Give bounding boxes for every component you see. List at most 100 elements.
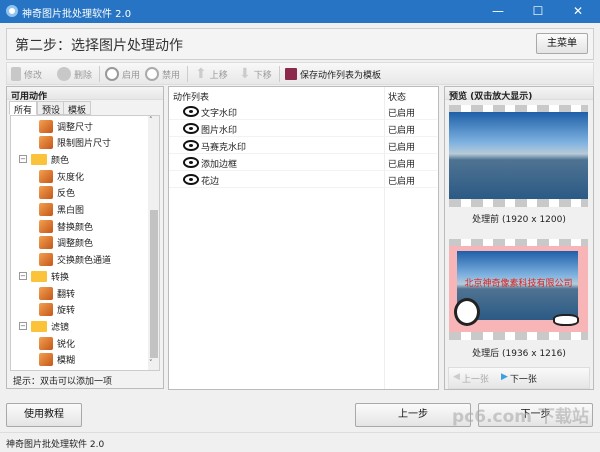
action-box-icon	[39, 136, 53, 150]
divider	[99, 66, 100, 82]
previous-image-button[interactable]: ◀ 上一张	[453, 372, 489, 385]
tree-item[interactable]: 锐化	[39, 335, 75, 351]
close-button[interactable]: ✕	[558, 0, 598, 23]
tree-item[interactable]: 替换颜色	[39, 218, 93, 234]
action-row[interactable]: 花边 已启用	[169, 171, 437, 188]
panda-image	[454, 298, 480, 326]
app-logo-icon	[6, 5, 18, 17]
action-status: 已启用	[388, 109, 416, 119]
tree-label: 颜色	[51, 155, 70, 166]
action-name: 文字水印	[201, 109, 238, 119]
arrow-up-icon: ⬆	[195, 66, 207, 82]
eye-icon[interactable]	[183, 106, 199, 117]
eye-icon[interactable]	[183, 123, 199, 134]
title-bar: 神奇图片批处理软件 2.0 — ☐ ✕	[0, 0, 600, 23]
scrollbar[interactable]: ˄ ˅	[148, 116, 159, 370]
tutorial-button[interactable]: 使用教程	[6, 403, 82, 427]
move-down-button[interactable]: ⬇ 下移	[239, 66, 272, 82]
tree-label: 黑白图	[57, 206, 85, 216]
disable-button[interactable]: 禁用	[145, 66, 180, 82]
tree-label: 锐化	[57, 339, 76, 350]
column-header-name: 动作列表	[173, 93, 210, 103]
watermark-text: 北京神奇像素科技有限公司	[464, 279, 573, 289]
scroll-up-icon[interactable]: ˄	[149, 116, 153, 124]
save-template-button[interactable]: 保存动作列表为模板	[285, 66, 381, 82]
action-box-icon	[39, 219, 53, 233]
delete-label: 删除	[74, 70, 93, 81]
tree-label: 模糊	[57, 356, 76, 367]
tree-label: 旋转	[57, 306, 76, 317]
scrollbar-thumb[interactable]	[150, 210, 158, 358]
tree-item[interactable]: 翻转	[39, 285, 75, 301]
action-row[interactable]: 文字水印 已启用	[169, 103, 437, 120]
pencil-icon	[11, 67, 21, 81]
tree-item[interactable]: 交换颜色通道	[39, 252, 111, 268]
tab-all[interactable]: 所有	[9, 101, 38, 116]
preview-title: 预览 (双击放大显示)	[445, 87, 593, 102]
tab-templates[interactable]: 模板	[63, 101, 92, 116]
action-box-icon	[39, 186, 53, 200]
tree-label: 翻转	[57, 289, 76, 300]
toolbar: 修改 删除 启用 禁用 ⬆ 上移 ⬇ 下移 保存动作列表为模板	[6, 62, 594, 85]
arrow-left-icon: ◀	[453, 372, 460, 382]
action-box-icon	[39, 353, 53, 367]
next-image-button[interactable]: ▶ 下一张	[501, 372, 537, 385]
tree-item[interactable]: 黑白图	[39, 202, 84, 218]
page-title: 第二步：选择图片处理动作	[15, 38, 183, 54]
minimize-button[interactable]: —	[478, 0, 518, 23]
enable-label: 启用	[122, 70, 141, 81]
tree-folder[interactable]: − 颜色	[19, 151, 69, 167]
eye-icon[interactable]	[183, 140, 199, 151]
collapse-icon[interactable]: −	[19, 155, 27, 164]
move-up-button[interactable]: ⬆ 上移	[195, 66, 228, 82]
column-header-status: 状态	[388, 93, 407, 103]
site-watermark: pc6.com 下载站	[452, 407, 589, 427]
action-box-icon	[39, 119, 53, 133]
tree-item[interactable]: 灰度化	[39, 168, 84, 184]
action-name: 图片水印	[201, 126, 238, 136]
tree-label: 替换颜色	[57, 222, 94, 233]
prev-label: 上一张	[461, 375, 489, 385]
action-list: 动作列表 状态 文字水印 已启用 图片水印 已启用 马赛克水印 已启用 添加边框 已启用 花边已…	[168, 86, 439, 390]
before-image[interactable]	[449, 105, 588, 207]
divider	[187, 66, 188, 82]
action-name: 添加边框	[201, 160, 238, 170]
action-status: 已启用	[388, 143, 416, 153]
action-status: 已启用	[388, 160, 416, 170]
tree-folder[interactable]: − 转换	[19, 268, 69, 284]
delete-button[interactable]: 删除	[57, 66, 92, 82]
eye-off-icon	[145, 67, 159, 81]
tree-item[interactable]: 反色	[39, 185, 75, 201]
arrow-right-icon: ▶	[501, 372, 508, 382]
tree-item[interactable]: 模糊	[39, 352, 75, 368]
eye-icon	[105, 67, 119, 81]
before-caption: 处理前 (1920 x 1200)	[472, 215, 566, 225]
folder-icon	[31, 153, 47, 165]
tree-item[interactable]: 调整颜色	[39, 235, 93, 251]
collapse-icon[interactable]: −	[19, 322, 27, 331]
action-status: 已启用	[388, 177, 416, 187]
move-up-label: 上移	[209, 70, 228, 81]
maximize-button[interactable]: ☐	[518, 0, 558, 23]
enable-button[interactable]: 启用	[105, 66, 140, 82]
tree-label: 转换	[51, 272, 70, 283]
action-row[interactable]: 添加边框 已启用	[169, 154, 437, 171]
tree-folder[interactable]: − 滤镜	[19, 318, 69, 334]
next-label: 下一张	[509, 375, 537, 385]
action-box-icon	[39, 203, 53, 216]
scroll-down-icon[interactable]: ˅	[149, 359, 153, 367]
hint-text: 提示：双击可以添加一项	[13, 377, 113, 387]
status-bar: 神奇图片批处理软件 2.0	[0, 432, 600, 452]
tree-item[interactable]: 旋转	[39, 302, 75, 318]
after-image[interactable]: 北京神奇像素科技有限公司	[449, 239, 588, 340]
collapse-icon[interactable]: −	[19, 272, 27, 281]
eye-icon[interactable]	[183, 174, 199, 185]
action-row[interactable]: 图片水印 已启用	[169, 120, 437, 137]
tree-item[interactable]: 调整尺寸	[39, 118, 93, 134]
tab-presets[interactable]: 预设	[37, 101, 66, 116]
tree-item[interactable]: 限制图片尺寸	[39, 135, 111, 151]
eye-icon[interactable]	[183, 157, 199, 168]
edit-button[interactable]: 修改	[11, 66, 42, 82]
action-row[interactable]: 马赛克水印 已启用	[169, 137, 437, 154]
main-menu-button[interactable]: 主菜单	[536, 33, 588, 54]
